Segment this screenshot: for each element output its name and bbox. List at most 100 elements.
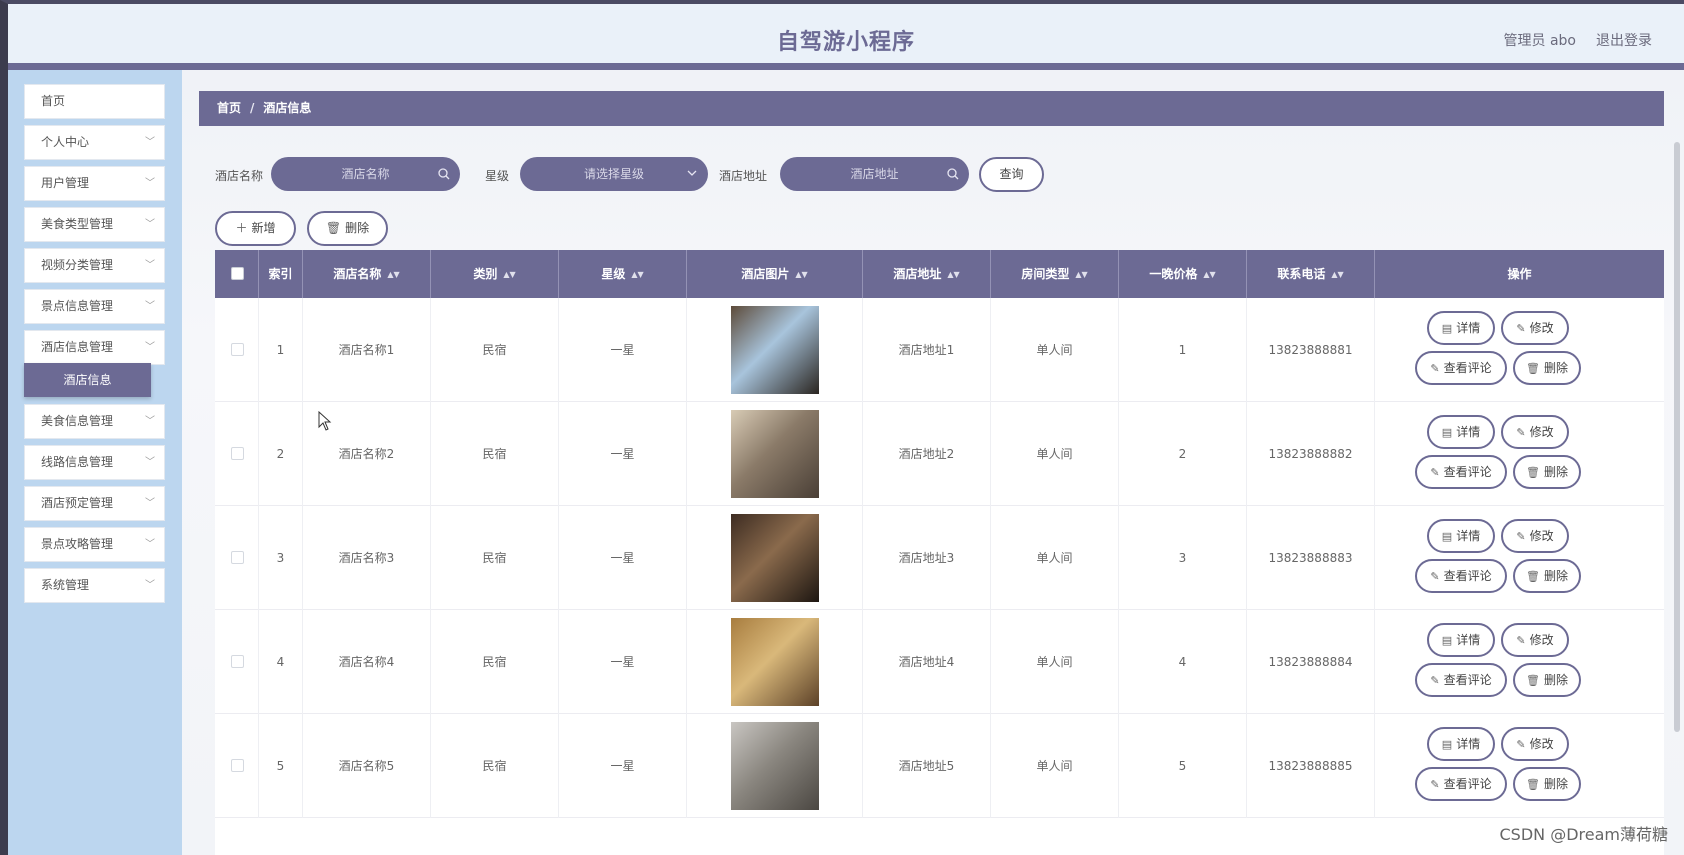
detail-button[interactable]: ▤ 详情	[1427, 415, 1495, 449]
sidebar-item-user-management[interactable]: 用户管理 ﹀	[24, 166, 165, 201]
detail-button[interactable]: ▤ 详情	[1427, 727, 1495, 761]
row-select-cell	[215, 402, 259, 506]
chevron-down-icon: ﹀	[145, 137, 155, 148]
category-cell: 民宿	[431, 506, 559, 610]
view-comments-button[interactable]: ✎ 查看评论	[1415, 767, 1507, 801]
sidebar-item-scenic-guide-management[interactable]: 景点攻略管理 ﹀	[24, 527, 165, 562]
index-cell: 5	[259, 714, 303, 818]
column-header[interactable]: 类别 ▲▼	[431, 250, 559, 298]
sidebar-item-label: 系统管理	[41, 578, 90, 592]
chevron-down-icon: ﹀	[145, 260, 155, 271]
sidebar-subitem-hotel-info[interactable]: 酒店信息	[24, 363, 151, 397]
delete-button[interactable]: 🗑 删除	[1513, 663, 1581, 697]
sidebar-item-home[interactable]: 首页	[24, 84, 165, 119]
detail-button[interactable]: ▤ 详情	[1427, 519, 1495, 553]
sidebar-item-hotel-info-management[interactable]: 酒店信息管理 ﹀	[24, 330, 165, 365]
column-header[interactable]: 房间类型 ▲▼	[991, 250, 1119, 298]
view-comments-button[interactable]: ✎ 查看评论	[1415, 351, 1507, 385]
query-button[interactable]: 查询	[979, 157, 1044, 192]
view-comments-button[interactable]: ✎ 查看评论	[1415, 559, 1507, 593]
delete-button[interactable]: 🗑 删除	[1513, 559, 1581, 593]
hotel-image[interactable]	[731, 410, 819, 498]
breadcrumb-home[interactable]: 首页	[217, 101, 241, 115]
select-all-checkbox[interactable]	[231, 267, 244, 280]
app-title: 自驾游小程序	[776, 30, 915, 55]
sidebar-item-label: 美食类型管理	[41, 217, 114, 231]
star-select[interactable]: 请选择星级	[520, 157, 708, 191]
logout-link[interactable]: 退出登录	[1596, 30, 1652, 50]
hotel-image[interactable]	[731, 306, 819, 394]
chevron-down-icon: ﹀	[145, 457, 155, 468]
trash-icon: 🗑	[1526, 674, 1540, 687]
pencil-icon: ✎	[1516, 322, 1526, 335]
add-button[interactable]: ＋新增	[215, 211, 296, 246]
chevron-down-icon: ﹀	[145, 539, 155, 550]
chevron-down-icon: ﹀	[145, 301, 155, 312]
trash-icon: 🗑	[1526, 570, 1540, 583]
column-header[interactable]: 一晚价格 ▲▼	[1119, 250, 1247, 298]
room-type-cell: 单人间	[991, 506, 1119, 610]
sidebar-item-personal-center[interactable]: 个人中心 ﹀	[24, 125, 165, 160]
hotel-image[interactable]	[731, 514, 819, 602]
sort-icon: ▲▼	[387, 270, 400, 279]
column-header[interactable]: 酒店地址 ▲▼	[863, 250, 991, 298]
sidebar-item-label: 景点信息管理	[41, 299, 114, 313]
row-checkbox[interactable]	[231, 655, 244, 668]
hotel-image[interactable]	[731, 618, 819, 706]
row-checkbox[interactable]	[231, 343, 244, 356]
room-type-cell: 单人间	[991, 298, 1119, 402]
star-select-placeholder: 请选择星级	[583, 167, 644, 181]
hotel-name-placeholder: 酒店名称	[341, 167, 390, 181]
index-cell: 2	[259, 402, 303, 506]
sidebar-item-food-info-management[interactable]: 美食信息管理 ﹀	[24, 404, 165, 439]
hotel-image-cell	[687, 298, 863, 402]
sidebar-item-video-category-management[interactable]: 视频分类管理 ﹀	[24, 248, 165, 283]
star-cell: 一星	[559, 402, 687, 506]
detail-button[interactable]: ▤ 详情	[1427, 623, 1495, 657]
edit-button[interactable]: ✎ 修改	[1501, 623, 1569, 657]
index-cell: 3	[259, 506, 303, 610]
hotel-address-input[interactable]: 酒店地址	[780, 157, 969, 191]
search-icon	[947, 157, 959, 204]
mouse-cursor-icon	[318, 410, 332, 435]
document-icon: ▤	[1441, 738, 1453, 751]
pencil-icon: ✎	[1516, 738, 1526, 751]
column-header[interactable]: 星级 ▲▼	[559, 250, 687, 298]
row-checkbox[interactable]	[231, 759, 244, 772]
chevron-down-icon	[686, 157, 698, 204]
edit-button[interactable]: ✎ 修改	[1501, 519, 1569, 553]
row-checkbox[interactable]	[231, 447, 244, 460]
phone-cell: 13823888885	[1247, 714, 1375, 818]
edit-button[interactable]: ✎ 修改	[1501, 311, 1569, 345]
vertical-scrollbar[interactable]	[1674, 142, 1680, 732]
edit-button[interactable]: ✎ 修改	[1501, 727, 1569, 761]
sidebar-item-scenic-info-management[interactable]: 景点信息管理 ﹀	[24, 289, 165, 324]
row-checkbox[interactable]	[231, 551, 244, 564]
sidebar-item-hotel-booking-management[interactable]: 酒店预定管理 ﹀	[24, 486, 165, 521]
sidebar-item-system-management[interactable]: 系统管理 ﹀	[24, 568, 165, 603]
view-comments-button[interactable]: ✎ 查看评论	[1415, 455, 1507, 489]
star-cell: 一星	[559, 506, 687, 610]
column-header[interactable]: 酒店图片 ▲▼	[687, 250, 863, 298]
delete-button[interactable]: 🗑 删除	[1513, 455, 1581, 489]
batch-delete-button[interactable]: 🗑 删除	[307, 211, 388, 246]
search-bar: 酒店名称 酒店名称 星级 请选择星级 酒店地址 酒店地址 查询	[182, 157, 1684, 193]
column-header[interactable]: 酒店名称 ▲▼	[303, 250, 431, 298]
plus-icon: ＋	[235, 221, 248, 235]
column-header[interactable]: 联系电话 ▲▼	[1247, 250, 1375, 298]
address-cell: 酒店地址4	[863, 610, 991, 714]
delete-button[interactable]: 🗑 删除	[1513, 767, 1581, 801]
hotel-name-label: 酒店名称	[215, 169, 264, 183]
sort-icon: ▲▼	[1075, 270, 1088, 279]
edit-button[interactable]: ✎ 修改	[1501, 415, 1569, 449]
view-comments-button[interactable]: ✎ 查看评论	[1415, 663, 1507, 697]
table-header: 索引 酒店名称 ▲▼ 类别 ▲▼ 星级 ▲▼ 酒店图片 ▲▼ 酒店地址 ▲▼ 房间类型 ▲▼…	[215, 250, 1664, 298]
sidebar-item-food-type-management[interactable]: 美食类型管理 ﹀	[24, 207, 165, 242]
hotel-name-input[interactable]: 酒店名称	[271, 157, 460, 191]
pencil-icon: ✎	[1430, 466, 1440, 479]
hotel-image[interactable]	[731, 722, 819, 810]
detail-button[interactable]: ▤ 详情	[1427, 311, 1495, 345]
row-select-cell	[215, 298, 259, 402]
sidebar-item-route-info-management[interactable]: 线路信息管理 ﹀	[24, 445, 165, 480]
delete-button[interactable]: 🗑 删除	[1513, 351, 1581, 385]
